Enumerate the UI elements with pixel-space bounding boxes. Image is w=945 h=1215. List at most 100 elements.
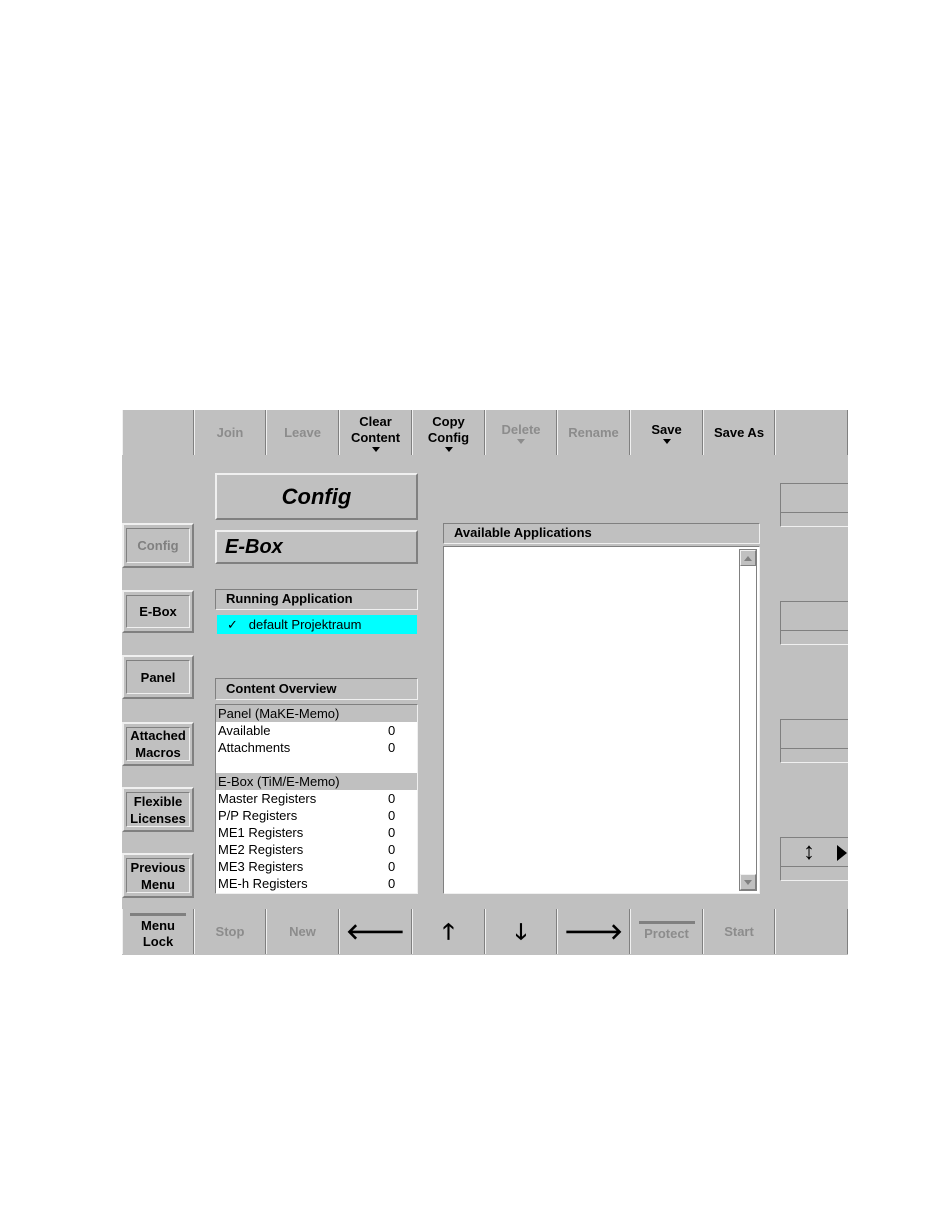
row-value: 0 <box>388 740 396 755</box>
arrow-down-icon: 🡓 <box>515 918 527 944</box>
content-overview-list: Panel (MaKE-Memo) Available 0 Attachments 0 E… <box>215 704 418 894</box>
scroll-down-button[interactable] <box>740 874 756 890</box>
button-label: Save As <box>713 424 765 440</box>
section-title: E-Box <box>215 530 418 564</box>
list-item: ME2 Registers 0 <box>216 841 417 858</box>
sidebar-item-previous-menu[interactable]: Previous Menu <box>122 853 194 898</box>
sidebar-item-label: Previous Menu <box>126 858 190 893</box>
sidebar-item-attached-macros[interactable]: Attached Macros <box>122 722 194 766</box>
arrow-up-button[interactable]: 🡑 <box>412 909 485 954</box>
list-item: Attachments 0 <box>216 739 417 756</box>
row-value: 0 <box>388 876 396 891</box>
protect-button[interactable]: Protect <box>630 909 703 954</box>
row-label: Attachments <box>218 740 291 755</box>
clear-content-button[interactable]: Clear Content <box>339 410 412 455</box>
list-item: Available 0 <box>216 722 417 739</box>
dropdown-arrow-icon <box>371 446 380 452</box>
row-value: 0 <box>388 842 396 857</box>
triangle-up-icon <box>744 555 752 561</box>
sidebar-item-label: E-Box <box>126 595 190 628</box>
list-item: P/P Registers 0 <box>216 807 417 824</box>
group-header: E-Box (TiM/E-Memo) <box>216 773 417 790</box>
row-value: 0 <box>388 859 396 874</box>
triangle-down-icon <box>744 879 752 885</box>
indicator-bar <box>638 921 695 924</box>
page-title: Config <box>215 473 418 520</box>
button-label: Save <box>651 421 682 437</box>
menu-lock-button[interactable]: Menu Lock <box>122 909 194 954</box>
button-label: Join <box>216 424 244 440</box>
row-value: 0 <box>388 825 396 840</box>
empty-softkey[interactable] <box>775 410 848 455</box>
join-button[interactable]: Join <box>194 410 266 455</box>
sidebar-item-panel[interactable]: Panel <box>122 655 194 699</box>
up-down-arrow-icon: ↕ <box>803 838 815 865</box>
list-item: ME-h Registers 0 <box>216 875 417 892</box>
sidebar-item-e-box[interactable]: E-Box <box>122 590 194 633</box>
leave-button[interactable]: Leave <box>266 410 339 455</box>
arrow-left-icon: 🡐 <box>346 918 405 944</box>
sidebar-item-label: Panel <box>126 660 190 694</box>
list-item: ME3 Registers 0 <box>216 858 417 875</box>
new-button[interactable]: New <box>266 909 339 954</box>
button-label: Clear Content <box>350 413 401 445</box>
arrow-down-button[interactable]: 🡓 <box>485 909 557 954</box>
indicator-bar <box>130 913 186 916</box>
delete-button[interactable]: Delete <box>485 410 557 455</box>
right-nav-softkey[interactable]: ↕ <box>780 837 848 881</box>
empty-softkey[interactable] <box>775 909 848 954</box>
available-applications-header: Available Applications <box>443 523 760 544</box>
row-label: ME-h Registers <box>218 876 308 891</box>
button-label: Menu Lock <box>141 918 175 949</box>
scrollbar[interactable] <box>739 549 757 891</box>
sidebar-item-flexible-licenses[interactable]: Flexible Licenses <box>122 787 194 832</box>
stop-button[interactable]: Stop <box>194 909 266 954</box>
row-label: ME1 Registers <box>218 825 304 840</box>
row-value: 0 <box>388 808 396 823</box>
arrow-up-icon: 🡑 <box>442 918 455 944</box>
sidebar-item-label: Config <box>126 528 190 563</box>
row-value: 0 <box>388 723 396 738</box>
running-application-name: default Projektraum <box>248 617 362 632</box>
config-screen: Join Leave Clear Content Copy Config Delete R… <box>122 410 848 955</box>
sidebar-item-label: Attached Macros <box>126 727 190 761</box>
save-as-button[interactable]: Save As <box>703 410 775 455</box>
start-button[interactable]: Start <box>703 909 775 954</box>
arrow-left-button[interactable]: 🡐 <box>339 909 412 954</box>
sidebar-item-label: Flexible Licenses <box>126 792 190 827</box>
row-label: P/P Registers <box>218 808 298 823</box>
copy-config-button[interactable]: Copy Config <box>412 410 485 455</box>
available-applications-list[interactable] <box>443 546 760 894</box>
right-softkey-2[interactable] <box>780 601 848 645</box>
row-label: ME2 Registers <box>218 842 304 857</box>
row-label: Master Registers <box>218 791 317 806</box>
sidebar-item-config[interactable]: Config <box>122 523 194 568</box>
right-softkey-1[interactable] <box>780 483 848 527</box>
list-item: ME1 Registers 0 <box>216 824 417 841</box>
scroll-up-button[interactable] <box>740 550 756 566</box>
empty-softkey[interactable] <box>122 410 194 455</box>
content-overview-header: Content Overview <box>215 678 418 700</box>
play-right-icon <box>837 845 847 861</box>
right-softkey-3[interactable] <box>780 719 848 763</box>
row-label: ME3 Registers <box>218 859 304 874</box>
button-label: New <box>289 923 316 939</box>
dropdown-arrow-icon <box>662 438 671 444</box>
rename-button[interactable]: Rename <box>557 410 630 455</box>
arrow-right-icon: 🡒 <box>564 918 623 944</box>
running-application-header: Running Application <box>215 589 418 610</box>
row-label: Panel (MaKE-Memo) <box>218 706 340 721</box>
button-label: Stop <box>215 923 245 939</box>
dropdown-arrow-icon <box>517 438 525 444</box>
button-label: Copy Config <box>427 413 470 445</box>
check-icon: ✓ <box>227 617 238 632</box>
button-label: Delete <box>501 421 541 437</box>
row-label: Available <box>218 723 271 738</box>
running-application-item[interactable]: ✓ default Projektraum <box>217 615 417 634</box>
arrow-right-button[interactable]: 🡒 <box>557 909 630 954</box>
save-button[interactable]: Save <box>630 410 703 455</box>
button-label: Start <box>724 923 754 939</box>
button-label: Rename <box>568 424 619 440</box>
dropdown-arrow-icon <box>444 446 453 452</box>
list-item: Master Registers 0 <box>216 790 417 807</box>
